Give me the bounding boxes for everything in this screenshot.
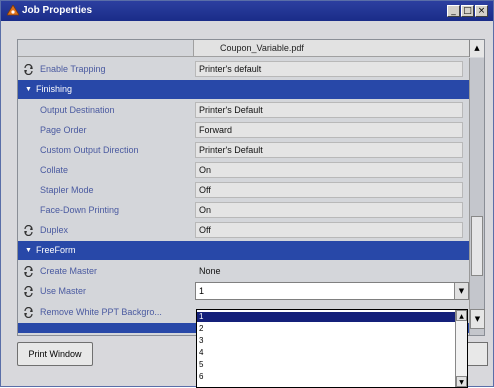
row-custom-output-direction[interactable]: Custom Output Direction Printer's Defaul… bbox=[18, 140, 469, 160]
use-master-label: Use Master bbox=[40, 286, 87, 296]
output-destination-value[interactable]: Printer's Default bbox=[195, 102, 463, 118]
create-master-value[interactable]: None bbox=[195, 263, 463, 279]
row-use-master[interactable]: Use Master 1 ▼ bbox=[18, 281, 469, 301]
dropdown-option[interactable]: 1 bbox=[197, 312, 455, 322]
maximize-button[interactable]: □ bbox=[461, 5, 474, 17]
row-face-down-printing[interactable]: Face-Down Printing On bbox=[18, 200, 469, 220]
row-create-master[interactable]: Create Master None bbox=[18, 261, 469, 281]
cycle-icon bbox=[24, 64, 33, 75]
section-finishing[interactable]: ▼ Finishing bbox=[18, 80, 469, 99]
row-page-order[interactable]: Page Order Forward bbox=[18, 120, 469, 140]
dropdown-option[interactable]: 5 bbox=[197, 360, 455, 370]
job-properties-icon bbox=[7, 5, 19, 16]
chevron-down-icon[interactable]: ▼ bbox=[456, 376, 467, 387]
dropdown-scrollbar[interactable]: ▲ ▼ bbox=[455, 310, 467, 387]
enable-trapping-label: Enable Trapping bbox=[40, 64, 106, 74]
scrollbar-thumb[interactable] bbox=[471, 216, 483, 276]
collapse-arrow-icon: ▼ bbox=[25, 247, 32, 254]
header-property-column bbox=[18, 40, 194, 57]
close-button[interactable]: × bbox=[475, 5, 488, 17]
custom-output-direction-value[interactable]: Printer's Default bbox=[195, 142, 463, 158]
collate-label: Collate bbox=[40, 165, 69, 175]
use-master-selected-value: 1 bbox=[199, 286, 205, 296]
row-enable-trapping[interactable]: Enable Trapping Printer's default bbox=[18, 59, 469, 79]
cycle-icon bbox=[24, 266, 33, 277]
dropdown-option[interactable]: 6 bbox=[197, 372, 455, 382]
use-master-select[interactable]: 1 ▼ bbox=[195, 282, 469, 300]
title-bar: Job Properties _ □ × bbox=[1, 1, 493, 21]
page-order-label: Page Order bbox=[40, 125, 87, 135]
row-output-destination[interactable]: Output Destination Printer's Default bbox=[18, 100, 469, 120]
section-freeform[interactable]: ▼ FreeForm bbox=[18, 241, 469, 260]
face-down-printing-label: Face-Down Printing bbox=[40, 205, 120, 215]
dropdown-option[interactable]: 4 bbox=[197, 348, 455, 358]
vertical-scrollbar[interactable] bbox=[469, 58, 484, 335]
custom-output-direction-label: Custom Output Direction bbox=[40, 145, 139, 155]
job-properties-window: Job Properties _ □ × Coupon_Variable.pdf… bbox=[0, 0, 494, 388]
row-duplex[interactable]: Duplex Off bbox=[18, 220, 469, 240]
cycle-icon bbox=[24, 307, 33, 318]
window-title: Job Properties bbox=[22, 5, 93, 16]
dropdown-scroll-down-button[interactable]: ▼ bbox=[470, 309, 485, 329]
stapler-mode-value[interactable]: Off bbox=[195, 182, 463, 198]
use-master-dropdown-list[interactable]: 1 2 3 4 5 6 ▲ ▼ bbox=[196, 309, 468, 388]
output-destination-label: Output Destination bbox=[40, 105, 115, 115]
dropdown-option[interactable]: 3 bbox=[197, 336, 455, 346]
print-window-button[interactable]: Print Window bbox=[17, 342, 93, 366]
create-master-label: Create Master bbox=[40, 266, 98, 276]
collate-value[interactable]: On bbox=[195, 162, 463, 178]
dropdown-option[interactable]: 2 bbox=[197, 324, 455, 334]
finishing-section-title: Finishing bbox=[36, 84, 73, 94]
duplex-value[interactable]: Off bbox=[195, 222, 463, 238]
row-stapler-mode[interactable]: Stapler Mode Off bbox=[18, 180, 469, 200]
chevron-down-icon[interactable]: ▼ bbox=[454, 283, 468, 299]
cycle-icon bbox=[24, 225, 33, 236]
enable-trapping-value[interactable]: Printer's default bbox=[195, 61, 463, 77]
collapse-arrow-icon: ▼ bbox=[25, 86, 32, 93]
scroll-up-button[interactable]: ▲ bbox=[469, 40, 484, 57]
stapler-mode-label: Stapler Mode bbox=[40, 185, 94, 195]
row-collate[interactable]: Collate On bbox=[18, 160, 469, 180]
remove-white-ppt-label: Remove White PPT Backgro... bbox=[40, 307, 162, 317]
property-grid: Enable Trapping Printer's default ▼ Fini… bbox=[18, 58, 469, 335]
page-order-value[interactable]: Forward bbox=[195, 122, 463, 138]
face-down-printing-value[interactable]: On bbox=[195, 202, 463, 218]
freeform-section-title: FreeForm bbox=[36, 245, 76, 255]
properties-panel: Coupon_Variable.pdf ▲ Enable Trapping Pr… bbox=[17, 39, 485, 336]
chevron-up-icon[interactable]: ▲ bbox=[456, 310, 467, 321]
duplex-label: Duplex bbox=[40, 225, 69, 235]
cycle-icon bbox=[24, 286, 33, 297]
minimize-button[interactable]: _ bbox=[447, 5, 460, 17]
file-name-header: Coupon_Variable.pdf bbox=[194, 40, 469, 57]
